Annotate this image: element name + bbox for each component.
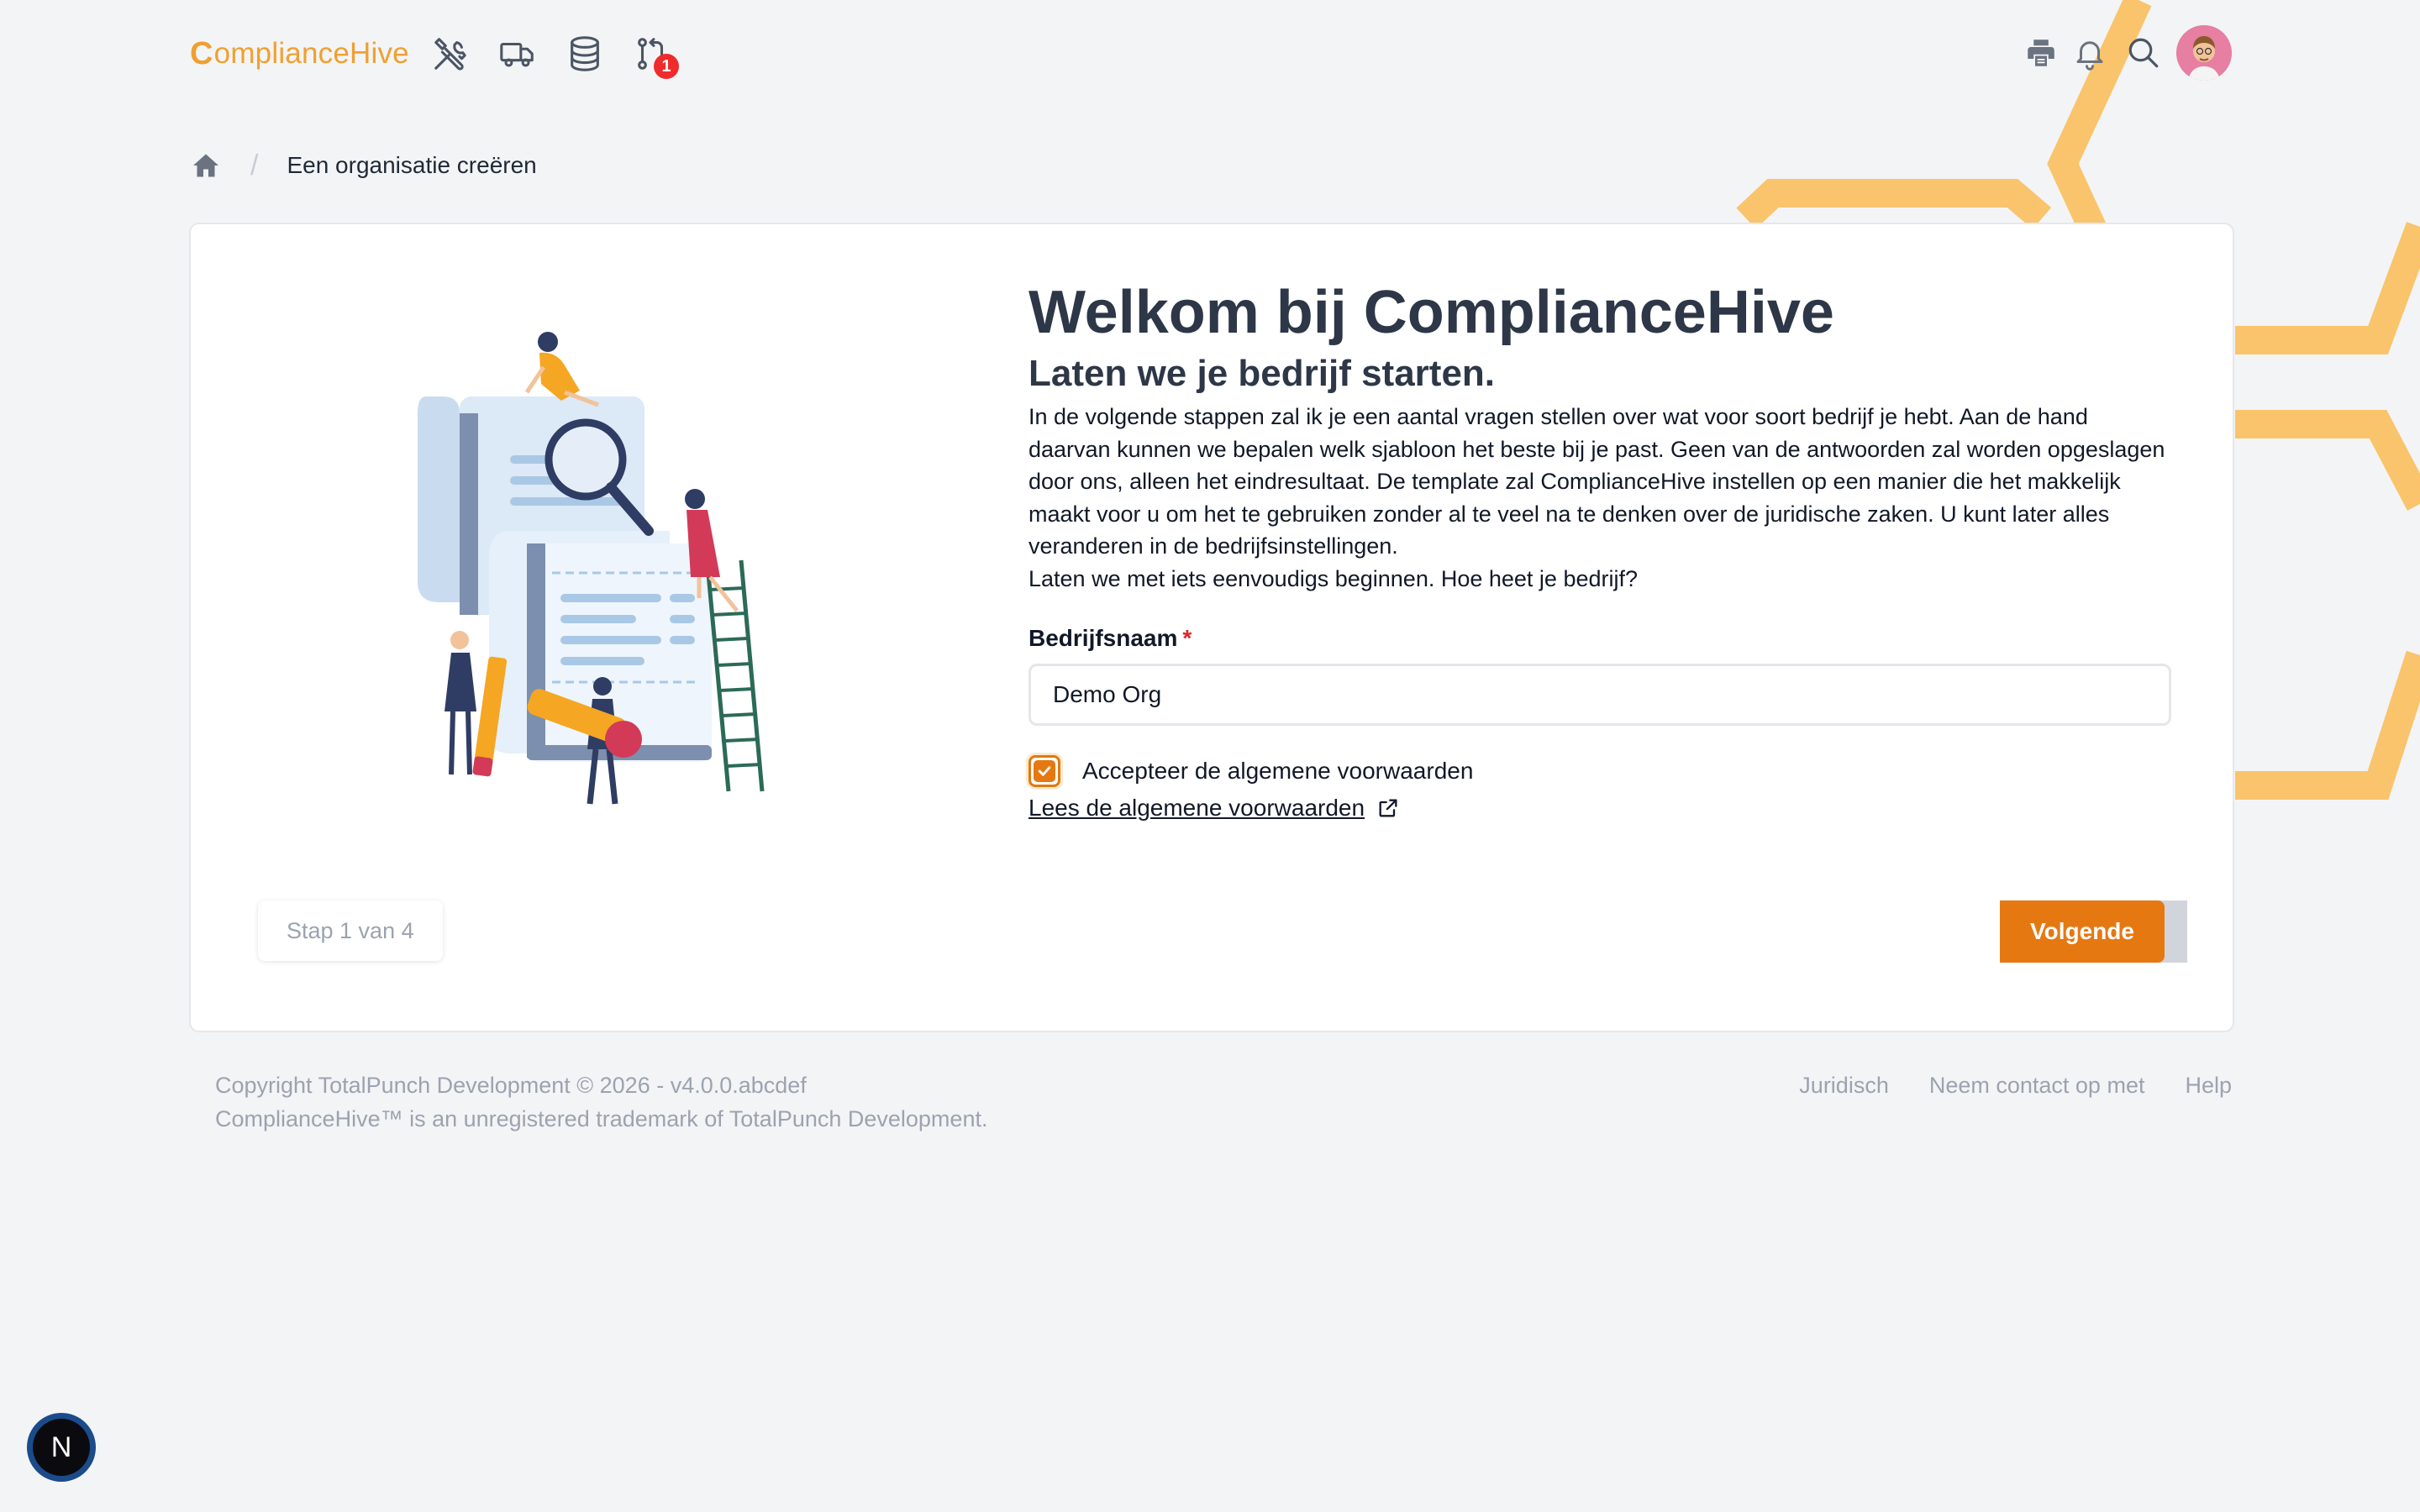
onboarding-card: Welkom bij ComplianceHive Laten we je be… <box>189 223 2234 1032</box>
footer: Copyright TotalPunch Development © 2026 … <box>215 1068 2232 1136</box>
logo-text: omplianceHive <box>213 37 409 70</box>
printer-icon[interactable] <box>2022 34 2060 72</box>
terms-link-text[interactable]: Lees de algemene voorwaarden <box>1028 795 1365 822</box>
intro-text: In de volgende stappen zal ik je een aan… <box>1028 401 2171 595</box>
company-name-input[interactable] <box>1028 664 2171 726</box>
footer-link-contact[interactable]: Neem contact op met <box>1929 1068 2145 1102</box>
next-button[interactable]: Volgende <box>2000 900 2165 963</box>
checkmark-icon <box>1034 760 1055 782</box>
welcome-content: Welkom bij ComplianceHive Laten we je be… <box>1028 275 2205 822</box>
tools-icon[interactable] <box>430 34 471 74</box>
company-name-label: Bedrijfsnaam * <box>1028 625 2205 652</box>
terms-checkbox-row[interactable]: Accepteer de algemene voorwaarden <box>1028 753 2205 790</box>
avatar[interactable] <box>2176 25 2232 81</box>
search-icon[interactable] <box>2124 34 2163 72</box>
intro-question: Laten we met iets eenvoudigs beginnen. H… <box>1028 565 1638 591</box>
breadcrumb: / Een organisatie creëren <box>190 146 537 185</box>
database-icon[interactable] <box>565 34 605 74</box>
home-icon[interactable] <box>190 150 222 181</box>
trademark-text: ComplianceHive™ is an unregistered trade… <box>215 1106 988 1131</box>
top-navigation-bar: ComplianceHive 1 <box>0 0 2420 109</box>
notification-badge: 1 <box>654 54 679 79</box>
welcome-subtitle: Laten we je bedrijf starten. <box>1028 353 1496 394</box>
truck-icon[interactable] <box>497 34 538 74</box>
git-pull-request-icon[interactable]: 1 <box>632 34 679 79</box>
dev-tools-letter: N <box>33 1419 90 1476</box>
terms-label: Accepteer de algemene voorwaarden <box>1082 758 1474 784</box>
app-logo[interactable]: ComplianceHive <box>190 30 409 77</box>
external-link-icon <box>1379 799 1397 817</box>
logo-initial: C <box>190 35 213 71</box>
footer-link-help[interactable]: Help <box>2185 1068 2232 1102</box>
company-name-label-text: Bedrijfsnaam <box>1028 625 1178 651</box>
breadcrumb-separator: / <box>250 149 259 181</box>
documents-illustration <box>418 332 765 805</box>
footer-links: Juridisch Neem contact op met Help <box>1799 1068 2232 1102</box>
intro-paragraph: In de volgende stappen zal ik je een aan… <box>1028 404 2165 559</box>
required-asterisk: * <box>1182 625 1192 651</box>
breadcrumb-current: Een organisatie creëren <box>287 152 537 178</box>
bell-icon[interactable] <box>2070 34 2109 72</box>
footer-link-legal[interactable]: Juridisch <box>1799 1068 1889 1102</box>
step-indicator: Stap 1 van 4 <box>258 900 443 961</box>
welcome-title: Welkom bij ComplianceHive <box>1028 279 1834 346</box>
terms-checkbox[interactable] <box>1028 755 1060 787</box>
dev-tools-button[interactable]: N <box>27 1413 96 1482</box>
terms-link[interactable]: Lees de algemene voorwaarden <box>1028 795 2205 822</box>
